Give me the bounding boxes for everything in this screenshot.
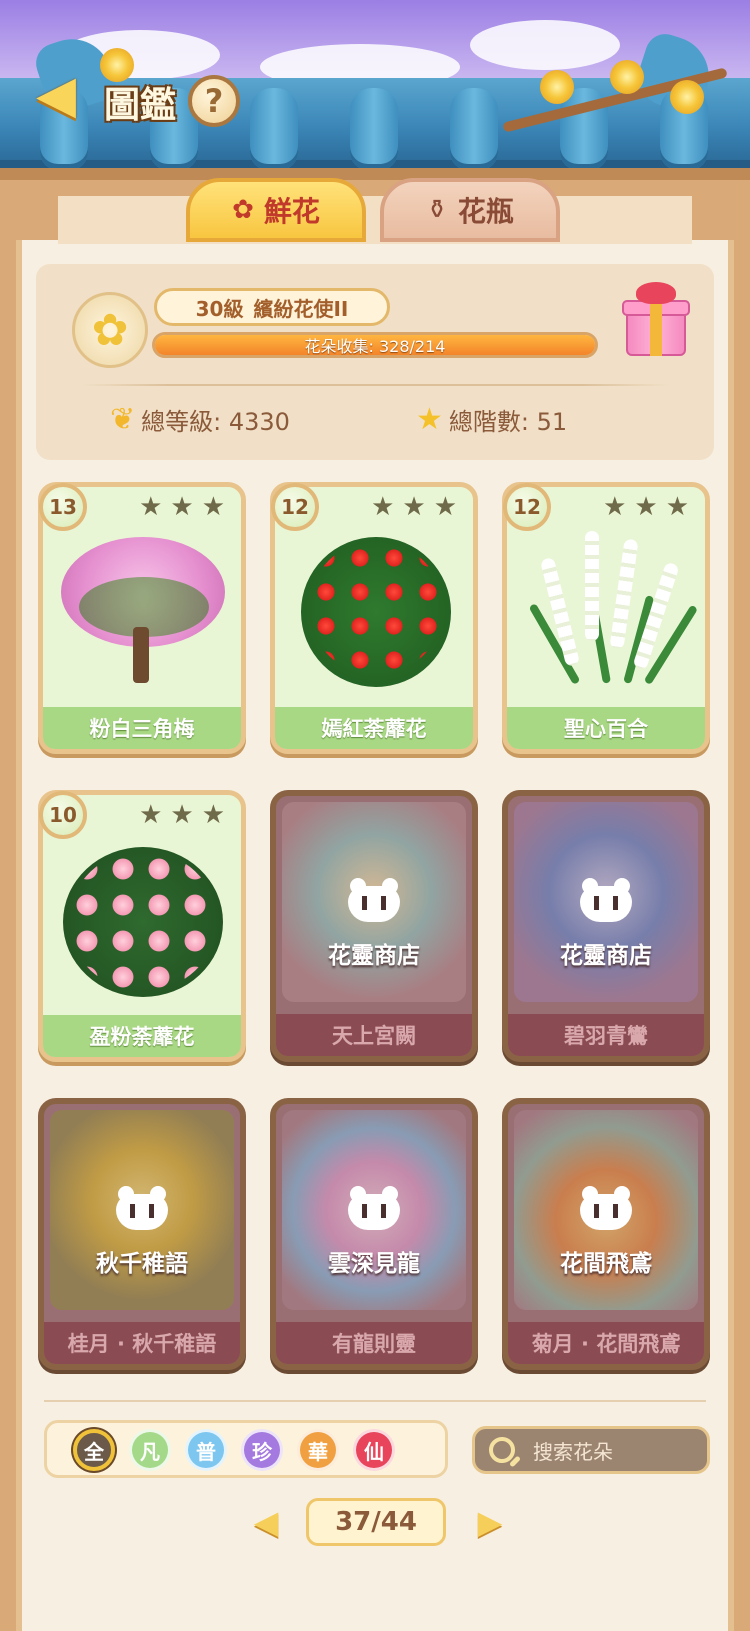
filter-immortal[interactable]: 仙 (353, 1429, 395, 1471)
flower-card-locked[interactable]: 雲深見龍 有龍則靈 (270, 1098, 478, 1370)
flower-card-locked[interactable]: 花間飛鳶 菊月 · 花間飛鳶 (502, 1098, 710, 1370)
rarity-filter-bar: 全 凡 普 珍 華 仙 (44, 1420, 448, 1478)
page-title: 圖鑑 (104, 85, 177, 126)
star-icon: ★ (603, 492, 627, 522)
lock-icon (348, 1186, 400, 1230)
search-button[interactable]: 搜索花朵 (472, 1426, 710, 1474)
flower-card[interactable]: 12 ★ ★ ★ 嫣紅荼蘼花 (270, 482, 478, 754)
blossom-icon (540, 70, 574, 104)
lock-icon (580, 1186, 632, 1230)
sprout-icon: ❦ (110, 402, 136, 437)
next-page-icon[interactable]: ▶ (462, 1500, 518, 1544)
flower-image (513, 517, 699, 693)
star-icon: ★ (170, 800, 194, 830)
lock-icon (348, 878, 400, 922)
tab-bar (58, 196, 692, 244)
search-icon (489, 1437, 515, 1463)
flower-name: 菊月 · 花間飛鳶 (508, 1322, 704, 1364)
star-icon: ★ (201, 800, 225, 830)
bottom-divider (44, 1400, 706, 1402)
flower-name: 桂月 · 秋千稚語 (44, 1322, 240, 1364)
rank-emblem-icon: ✿ (72, 292, 148, 368)
flower-card[interactable]: 10 ★ ★ ★ 盈粉荼蘼花 (38, 790, 246, 1062)
flower-name: 盈粉荼蘼花 (43, 1015, 241, 1057)
star-icon: ★ (665, 492, 689, 522)
star-icon: ★ (139, 800, 163, 830)
tab-vases-label: 花瓶 (457, 195, 514, 228)
flower-name: 天上宮闕 (276, 1014, 472, 1056)
star-rating: ★ ★ ★ (371, 493, 457, 521)
level-plate: 30級 繽紛花使II (154, 288, 390, 326)
summary-divider (80, 384, 670, 386)
flower-name: 碧羽青鸞 (508, 1014, 704, 1056)
help-button[interactable]: ? (188, 75, 240, 127)
flower-name: 粉白三角梅 (43, 707, 241, 749)
flower-card[interactable]: 13 ★ ★ ★ 粉白三角梅 (38, 482, 246, 754)
star-rating: ★ ★ ★ (603, 493, 689, 521)
flower-image (49, 825, 235, 1001)
unlock-source: 秋千稚語 (96, 1251, 188, 1277)
total-rank: ★ 總階數: 51 (416, 402, 567, 437)
flower-name: 聖心百合 (507, 707, 705, 749)
flower-name: 有龍則靈 (276, 1322, 472, 1364)
flower-name: 嫣紅荼蘼花 (275, 707, 473, 749)
star-icon: ★ (416, 402, 443, 437)
flower-image (281, 517, 467, 693)
star-icon: ★ (201, 492, 225, 522)
collection-summary: ✿ 30級 繽紛花使II 花朵收集: 328/214 ❦ 總等級: 4330 ★… (36, 264, 714, 460)
roof-tile (450, 88, 498, 170)
star-rating: ★ ★ ★ (139, 801, 225, 829)
filter-splendid[interactable]: 華 (297, 1429, 339, 1471)
search-placeholder: 搜索花朵 (533, 1439, 613, 1464)
total-level: ❦ 總等級: 4330 (110, 402, 290, 437)
page-indicator: 37/44 (306, 1498, 446, 1546)
rose-icon: ✿ (232, 195, 254, 225)
star-icon: ★ (371, 492, 395, 522)
rank-title: 繽紛花使II (253, 296, 349, 321)
blossom-icon (670, 80, 704, 114)
prev-page-icon[interactable]: ◀ (238, 1500, 294, 1544)
blossom-icon (610, 60, 644, 94)
level-badge: 13 (39, 483, 87, 531)
filter-common[interactable]: 凡 (129, 1429, 171, 1471)
flower-image (49, 517, 235, 693)
flower-card[interactable]: 12 ★ ★ ★ 聖心百合 (502, 482, 710, 754)
tab-vases[interactable]: ⚱ 花瓶 (380, 178, 560, 242)
star-icon: ★ (634, 492, 658, 522)
level-badge: 12 (271, 483, 319, 531)
star-rating: ★ ★ ★ (139, 493, 225, 521)
collection-progress-bar: 花朵收集: 328/214 (152, 332, 598, 358)
back-arrow-icon[interactable]: ◀ (18, 62, 94, 128)
unlock-source: 花靈商店 (560, 943, 652, 969)
tab-flowers[interactable]: ✿ 鮮花 (186, 178, 366, 242)
roof-tile (250, 88, 298, 170)
filter-rare[interactable]: 珍 (241, 1429, 283, 1471)
flower-card-locked[interactable]: 秋千稚語 桂月 · 秋千稚語 (38, 1098, 246, 1370)
flower-card-locked[interactable]: 花靈商店 碧羽青鸞 (502, 790, 710, 1062)
total-rank-label: 總階數: 51 (448, 408, 568, 436)
roof-tile (350, 88, 398, 170)
flower-card-locked[interactable]: 花靈商店 天上宮闕 (270, 790, 478, 1062)
collection-progress-text: 花朵收集: 328/214 (304, 337, 446, 356)
vase-icon: ⚱ (426, 195, 448, 225)
unlock-source: 雲深見龍 (328, 1251, 420, 1277)
level-badge: 10 (39, 791, 87, 839)
filter-normal[interactable]: 普 (185, 1429, 227, 1471)
gift-box-icon[interactable] (620, 282, 692, 358)
star-icon: ★ (433, 492, 457, 522)
filter-all[interactable]: 全 (73, 1429, 115, 1471)
lock-icon (580, 878, 632, 922)
total-level-label: 總等級: 4330 (141, 408, 290, 436)
unlock-source: 花靈商店 (328, 943, 420, 969)
tab-flowers-label: 鮮花 (263, 195, 320, 228)
level-badge: 12 (503, 483, 551, 531)
level-value: 30級 (195, 296, 244, 321)
star-icon: ★ (139, 492, 163, 522)
star-icon: ★ (402, 492, 426, 522)
pagination: ◀ 37/44 ▶ (238, 1494, 518, 1550)
star-icon: ★ (170, 492, 194, 522)
lock-icon (116, 1186, 168, 1230)
unlock-source: 花間飛鳶 (560, 1251, 652, 1277)
